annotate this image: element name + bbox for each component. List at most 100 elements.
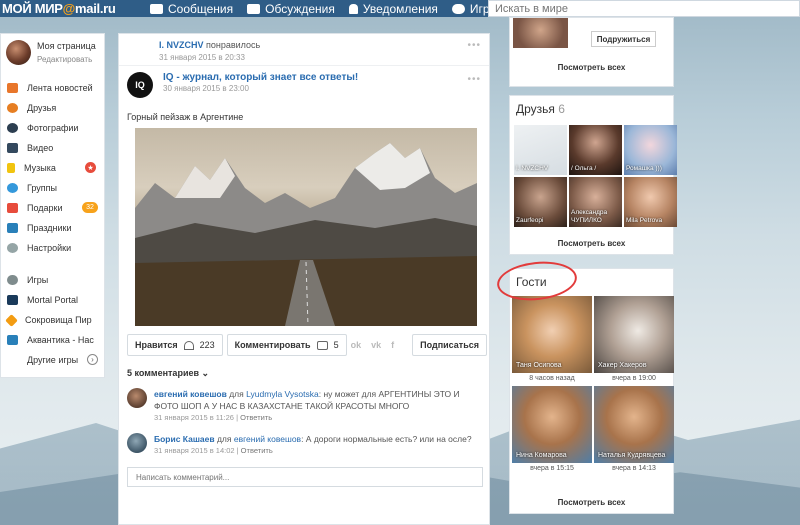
- music-badge: ★: [85, 162, 96, 173]
- guest-photo[interactable]: Нина Комарова: [512, 386, 592, 463]
- top-bar: МОЙ МИР@mail.ru Сообщения Обсуждения Уве…: [0, 0, 800, 17]
- friend-tile[interactable]: Zaurfeopi: [514, 177, 567, 227]
- house-icon: [7, 83, 18, 93]
- profile-block[interactable]: Моя страница Редактировать: [1, 34, 104, 74]
- comment-avatar[interactable]: [127, 433, 147, 453]
- friend-tile[interactable]: Ромашка ))): [624, 125, 677, 175]
- news-feed: I. NVZCHV понравилось 31 января 2015 в 2…: [118, 33, 490, 525]
- post-header: IQ IQ - журнал, который знает все ответы…: [127, 72, 481, 102]
- sidebar-item-news[interactable]: Лента новостей: [1, 78, 104, 98]
- see-all-link[interactable]: Посмотреть всех: [510, 63, 673, 72]
- post-author-title[interactable]: IQ - журнал, который знает все ответы!: [163, 72, 358, 83]
- sidebar-item-friends[interactable]: Друзья: [1, 98, 104, 118]
- see-all-guests-link[interactable]: Посмотреть всех: [510, 498, 673, 507]
- site-logo[interactable]: МОЙ МИР@mail.ru: [0, 1, 150, 16]
- guests-widget: Гости Таня Осипова 8 часов назад Хакер Х…: [509, 268, 674, 514]
- reply-link[interactable]: Ответить: [240, 413, 272, 422]
- like-notice: I. NVZCHV понравилось 31 января 2015 в 2…: [119, 34, 489, 66]
- left-sidebar: Моя страница Редактировать Лента новосте…: [0, 33, 105, 378]
- friend-tile[interactable]: Александра ЧУПИЛКО: [569, 177, 622, 227]
- nav-discussions[interactable]: Обсуждения: [247, 2, 335, 16]
- comment-item: Борис Кашаев для евгений ковешов: А доро…: [127, 433, 481, 457]
- friend-tile[interactable]: Mila Petrova: [624, 177, 677, 227]
- comment-icon: [316, 340, 328, 350]
- guest-tile[interactable]: Таня Осипова 8 часов назад: [512, 296, 592, 385]
- comment-button[interactable]: Комментировать 5: [226, 334, 347, 356]
- comment-author[interactable]: Борис Кашаев: [154, 434, 215, 444]
- top-nav: Сообщения Обсуждения Уведомления Игры: [150, 2, 512, 16]
- subscribe-button[interactable]: Подписаться: [412, 334, 487, 356]
- friends-title[interactable]: Друзья 6: [510, 96, 673, 122]
- sidebar-item-music[interactable]: Музыка ★: [1, 158, 104, 178]
- comment-reply-to[interactable]: Lyudmyla Vysotska: [246, 389, 319, 399]
- friend-tile[interactable]: / Ольга /: [569, 125, 622, 175]
- profile-edit-link[interactable]: Редактировать: [37, 53, 96, 66]
- suggested-friend-card: Подружиться Посмотреть всех: [509, 17, 674, 87]
- sidebar-item-video[interactable]: Видео: [1, 138, 104, 158]
- profile-name[interactable]: Моя страница: [37, 40, 96, 53]
- like-button[interactable]: Нравится 223: [127, 334, 223, 356]
- gamepad-icon: [7, 275, 18, 285]
- liker-name[interactable]: I. NVZCHV: [159, 40, 204, 50]
- share-icons: ok vk f: [351, 340, 405, 350]
- comment-avatar[interactable]: [127, 388, 147, 408]
- post-date: 30 января 2015 в 23:00: [163, 84, 249, 93]
- friend-tile[interactable]: I. NVZCHV: [514, 125, 567, 175]
- more-dots-icon[interactable]: •••: [467, 40, 481, 51]
- vk-icon[interactable]: vk: [371, 340, 381, 350]
- sidebar-item-treasure[interactable]: Сокровища Пир: [1, 310, 104, 330]
- envelope-icon: [150, 3, 163, 14]
- post-author-logo[interactable]: IQ: [127, 72, 153, 98]
- reply-link[interactable]: Ответить: [241, 446, 273, 455]
- guest-tile[interactable]: Наталья Кудрявцева вчера в 14:13: [594, 386, 674, 475]
- guests-grid: Таня Осипова 8 часов назад Хакер Хакеров…: [512, 296, 674, 475]
- guest-tile[interactable]: Хакер Хакеров вчера в 19:00: [594, 296, 674, 385]
- spacer-icon: [7, 355, 18, 365]
- comment-input[interactable]: [127, 467, 483, 487]
- add-friend-button[interactable]: Подружиться: [591, 31, 656, 47]
- groups-icon: [7, 183, 18, 193]
- friends-grid: I. NVZCHV / Ольга / Ромашка ))) Zaurfeop…: [514, 125, 677, 227]
- post-actions: Нравится 223 Комментировать 5 ok vk f Подп…: [127, 334, 487, 356]
- search-input[interactable]: [488, 0, 800, 17]
- nav-messages[interactable]: Сообщения: [150, 2, 233, 16]
- comments-toggle[interactable]: 5 комментариев ⌄: [127, 368, 481, 379]
- sidebar-item-holidays[interactable]: Праздники: [1, 218, 104, 238]
- guest-photo[interactable]: Наталья Кудрявцева: [594, 386, 674, 463]
- post: IQ IQ - журнал, который знает все ответы…: [119, 66, 489, 493]
- mountain-landscape-image: [135, 143, 477, 326]
- sidebar-item-settings[interactable]: Настройки: [1, 238, 104, 258]
- friends-icon: [7, 103, 18, 113]
- comment-author[interactable]: евгений ковешов: [154, 389, 227, 399]
- music-icon: [7, 163, 15, 173]
- like-date: 31 января 2015 в 20:33: [159, 53, 245, 62]
- nav-notifications[interactable]: Уведомления: [348, 2, 438, 16]
- sidebar-item-other-games[interactable]: Другие игры ›: [1, 350, 104, 370]
- post-photo-mountains[interactable]: [135, 128, 477, 326]
- see-all-friends-link[interactable]: Посмотреть всех: [510, 239, 673, 248]
- treasure-icon: [5, 313, 18, 327]
- suggested-friend-photo[interactable]: [513, 18, 568, 48]
- chat-icon: [247, 3, 261, 14]
- friends-widget: Друзья 6 I. NVZCHV / Ольга / Ромашка )))…: [509, 95, 677, 255]
- camera-icon: [7, 123, 18, 133]
- comment-text: : А дороги нормальные есть? или на осле?: [301, 434, 472, 444]
- comment-reply-to[interactable]: евгений ковешов: [234, 434, 301, 444]
- sidebar-item-games[interactable]: Игры: [1, 270, 104, 290]
- avatar[interactable]: [6, 40, 31, 65]
- mortal-portal-icon: [7, 295, 18, 305]
- sidebar-item-mortal-portal[interactable]: Mortal Portal: [1, 290, 104, 310]
- calendar-icon: [7, 223, 18, 233]
- guest-photo[interactable]: Хакер Хакеров: [594, 296, 674, 373]
- sidebar-item-gifts[interactable]: Подарки 32: [1, 198, 104, 218]
- sidebar-item-aquantica[interactable]: Аквантика - Нас: [1, 330, 104, 350]
- gear-icon: [7, 243, 18, 253]
- post-more-dots-icon[interactable]: •••: [467, 74, 481, 85]
- sidebar-item-photos[interactable]: Фотографии: [1, 118, 104, 138]
- guest-tile[interactable]: Нина Комарова вчера в 15:15: [512, 386, 592, 475]
- odnoklassniki-icon[interactable]: ok: [351, 340, 362, 350]
- facebook-icon[interactable]: f: [391, 340, 394, 350]
- sidebar-item-groups[interactable]: Группы: [1, 178, 104, 198]
- guest-photo[interactable]: Таня Осипова: [512, 296, 592, 373]
- gift-icon: [7, 203, 18, 213]
